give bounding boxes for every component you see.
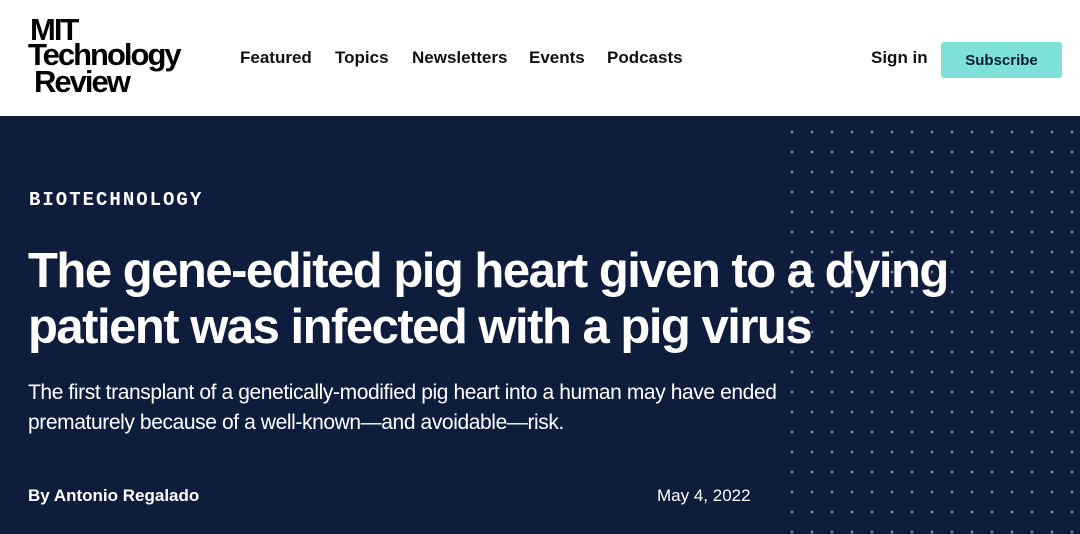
article-headline: The gene-edited pig heart given to a dyi… bbox=[28, 244, 949, 354]
article-byline[interactable]: By Antonio Regalado bbox=[28, 486, 199, 506]
nav-newsletters[interactable]: Newsletters bbox=[412, 48, 507, 68]
nav-podcasts[interactable]: Podcasts bbox=[607, 48, 683, 68]
nav-events[interactable]: Events bbox=[529, 48, 585, 68]
article-hero: BIOTECHNOLOGY The gene-edited pig heart … bbox=[0, 116, 1080, 534]
sign-in-link[interactable]: Sign in bbox=[871, 48, 928, 68]
nav-featured[interactable]: Featured bbox=[240, 48, 312, 68]
article-category[interactable]: BIOTECHNOLOGY bbox=[29, 189, 203, 211]
mit-technology-review-logo[interactable]: MIT Technology Review bbox=[28, 14, 203, 99]
site-header: MIT Technology Review Featured Topics Ne… bbox=[0, 0, 1080, 116]
subscribe-button[interactable]: Subscribe bbox=[941, 42, 1062, 78]
article-dek: The first transplant of a genetically-mo… bbox=[28, 381, 777, 434]
article-date: May 4, 2022 bbox=[657, 486, 751, 505]
nav-topics[interactable]: Topics bbox=[335, 48, 389, 68]
logo-line-review: Review bbox=[34, 64, 131, 99]
